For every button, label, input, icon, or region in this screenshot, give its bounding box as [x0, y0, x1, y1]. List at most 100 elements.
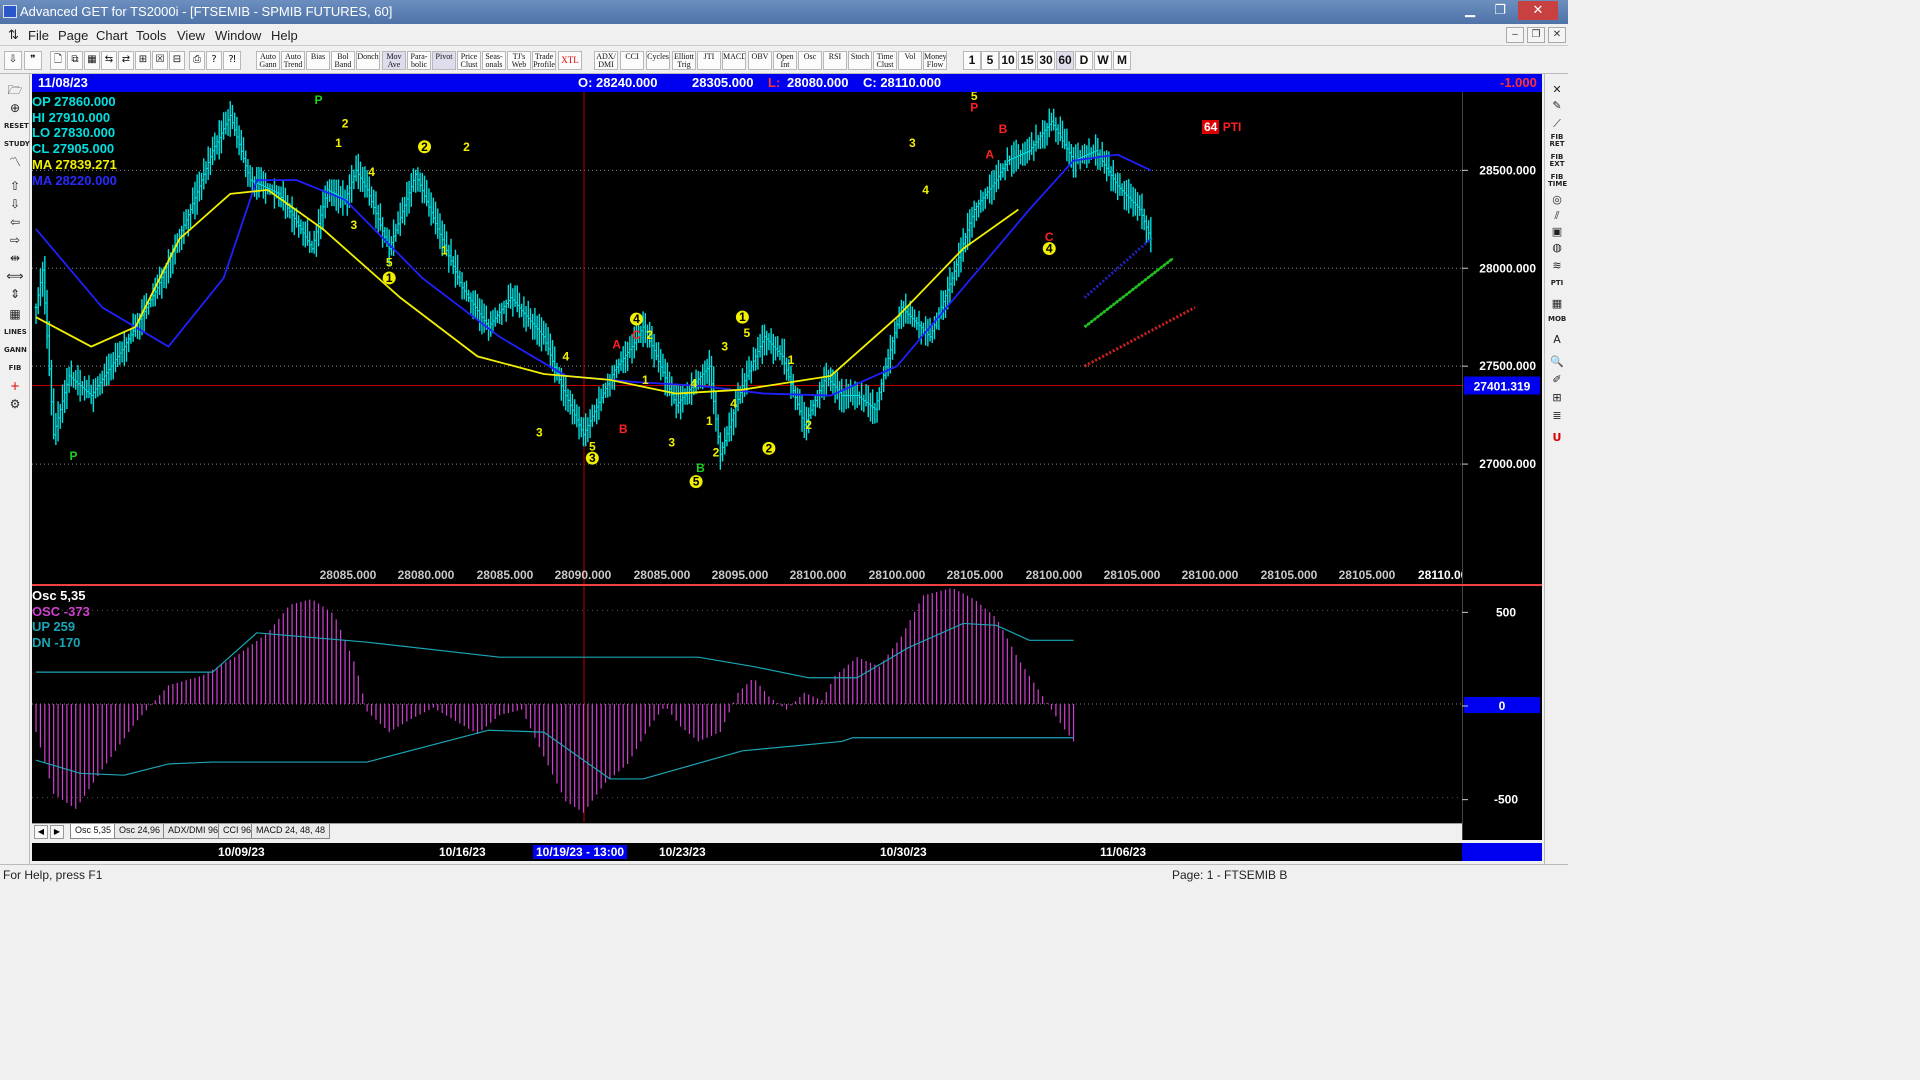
study-button-donch[interactable]: Donch	[356, 51, 380, 70]
period-button-w[interactable]: W	[1094, 51, 1112, 70]
study-button-para-bolic[interactable]: Para- bolic	[407, 51, 431, 70]
study-button-elliott-trig[interactable]: Elliott Trig	[672, 51, 696, 70]
elliott-icon[interactable]: 〽	[4, 154, 26, 170]
table-icon[interactable]: ▦	[1548, 296, 1566, 312]
study-icon[interactable]: STUDY	[4, 136, 30, 152]
marker-icon[interactable]: ✐	[1548, 372, 1566, 388]
gann-icon[interactable]: GANN	[4, 342, 27, 358]
elliott-wave-label[interactable]: 3	[536, 426, 543, 440]
study-button-open-int[interactable]: Open Int	[773, 51, 797, 70]
elliott-wave-label[interactable]: 2	[713, 445, 720, 459]
menu-help[interactable]: Help	[271, 28, 298, 43]
elliott-wave-label[interactable]: 2	[463, 140, 470, 154]
elliott-wave-label[interactable]: 3	[668, 435, 675, 449]
elliott-wave-label[interactable]: 3	[721, 340, 728, 354]
study-button-jti[interactable]: JTI	[697, 51, 721, 70]
arrange-icon[interactable]: ⇄	[118, 51, 134, 70]
undo-icon[interactable]: U	[1548, 430, 1566, 446]
fan-icon[interactable]: ≋	[1548, 258, 1566, 274]
elliott-wave-label[interactable]: 3	[351, 218, 358, 232]
study-button-rsi[interactable]: RSI	[823, 51, 847, 70]
spiral-icon[interactable]: ◎	[1548, 192, 1566, 208]
elliott-wave-label[interactable]: 1	[642, 373, 649, 387]
tab-prev-icon[interactable]: ◀	[34, 825, 48, 839]
elliott-wave-label[interactable]: A	[985, 148, 994, 162]
study-button-pivot[interactable]: Pivot	[432, 51, 456, 70]
print-icon[interactable]: ⎙	[189, 51, 205, 70]
fib-icon[interactable]: FIB	[4, 360, 26, 376]
list-icon[interactable]: ≣	[1548, 408, 1566, 424]
delete-drawing-icon[interactable]: ✕	[1548, 82, 1566, 98]
lines-icon[interactable]: LINES	[4, 324, 27, 340]
elliott-wave-label[interactable]: B	[696, 461, 705, 475]
open-icon[interactable]: 🗁	[4, 82, 26, 98]
study-button-cycles[interactable]: Cycles	[646, 51, 670, 70]
study-button-stoch[interactable]: Stoch	[848, 51, 872, 70]
menu-file[interactable]: File	[28, 28, 49, 43]
magnifier-icon[interactable]: 🔍	[1548, 354, 1566, 370]
vertical-scale-icon[interactable]: ⇕	[4, 286, 26, 302]
elliott-wave-label[interactable]: B	[619, 422, 628, 436]
study-button-bol-band[interactable]: Bol Band	[331, 51, 355, 70]
study-button-mov-ave[interactable]: Mov Ave	[382, 51, 406, 70]
elliott-wave-label[interactable]: 1	[335, 136, 342, 150]
tile-icon[interactable]: ▦	[84, 51, 100, 70]
elliott-wave-label[interactable]: 5	[743, 326, 750, 340]
study-button-money-flow[interactable]: Money Flow	[923, 51, 947, 70]
mob-icon[interactable]: MOB	[1548, 316, 1566, 332]
elliott-wave-label[interactable]: 1	[788, 353, 795, 367]
period-button-d[interactable]: D	[1075, 51, 1093, 70]
elliott-wave-label[interactable]: 4	[368, 165, 375, 179]
study-button-trade-profile[interactable]: Trade Profile	[532, 51, 556, 70]
menu-window[interactable]: Window	[215, 28, 261, 43]
period-button-30[interactable]: 30	[1037, 51, 1055, 70]
study-button-seas-onals[interactable]: Seas- onals	[482, 51, 506, 70]
elliott-wave-label[interactable]: 4	[922, 183, 929, 197]
properties-icon[interactable]: ⚙	[4, 396, 26, 412]
fib-time-icon[interactable]: FIB TIME	[1548, 174, 1567, 190]
maximize-button[interactable]: ❐	[1485, 1, 1515, 20]
mdi-minimize-icon[interactable]: –	[1506, 27, 1524, 43]
quote-icon[interactable]: ❞	[24, 51, 42, 70]
oscillator-svg[interactable]	[32, 586, 1462, 822]
elliott-wave-label[interactable]: 5	[689, 475, 703, 489]
reset-icon[interactable]: RESET	[4, 118, 29, 134]
crosshair-tool-icon[interactable]: ⊕	[4, 100, 26, 116]
study-button-osc[interactable]: Osc	[798, 51, 822, 70]
study-button-price-clust[interactable]: Price Clust	[457, 51, 481, 70]
elliott-wave-label[interactable]: 3	[909, 136, 916, 150]
fib-ret-icon[interactable]: FIB RET	[1548, 134, 1566, 150]
minimize-button[interactable]: ▁	[1455, 1, 1485, 20]
elliott-wave-label[interactable]: 2	[762, 441, 776, 455]
pti-icon[interactable]: PTI	[1548, 280, 1566, 296]
study-button-cci[interactable]: CCI	[620, 51, 644, 70]
triangle-icon[interactable]: A	[1548, 332, 1566, 348]
ellipse-icon[interactable]: ◍	[1548, 240, 1566, 256]
elliott-wave-label[interactable]: P	[315, 93, 323, 107]
elliott-wave-label[interactable]: 4	[691, 377, 698, 391]
study-button-auto-gann[interactable]: Auto Gann	[256, 51, 280, 70]
cascade-icon[interactable]: ⇆	[101, 51, 117, 70]
study-button-auto-trend[interactable]: Auto Trend	[281, 51, 305, 70]
period-button-10[interactable]: 10	[999, 51, 1017, 70]
tab-osc-5-35[interactable]: Osc 5,35	[70, 824, 117, 839]
price-chart[interactable]: PP2143512213453AB4C213412B53451212345PBA…	[32, 89, 1474, 584]
mdi-restore-icon[interactable]: ❐	[1527, 27, 1545, 43]
mdi-close-icon[interactable]: ✕	[1548, 27, 1566, 43]
grid-icon[interactable]: ⊞	[135, 51, 151, 70]
elliott-wave-label[interactable]: 5	[386, 255, 393, 269]
period-button-5[interactable]: 5	[981, 51, 999, 70]
elliott-wave-label[interactable]: 3	[585, 451, 599, 465]
delete-icon[interactable]: ☒	[152, 51, 168, 70]
tab-next-icon[interactable]: ▶	[50, 825, 64, 839]
pencil-icon[interactable]: ✎	[1548, 98, 1566, 114]
cursor-icon[interactable]: ⇩	[4, 51, 22, 70]
context-help-icon[interactable]: ⁈	[223, 51, 241, 70]
study-button-xtl[interactable]: XTL	[558, 51, 582, 70]
study-button-obv[interactable]: OBV	[748, 51, 772, 70]
study-button-bias[interactable]: Bias	[306, 51, 330, 70]
period-button-1[interactable]: 1	[963, 51, 981, 70]
study-button-adx-dmi[interactable]: ADX/ DMI	[594, 51, 618, 70]
elliott-wave-label[interactable]: 1	[706, 414, 713, 428]
menu-page[interactable]: Page	[58, 28, 88, 43]
